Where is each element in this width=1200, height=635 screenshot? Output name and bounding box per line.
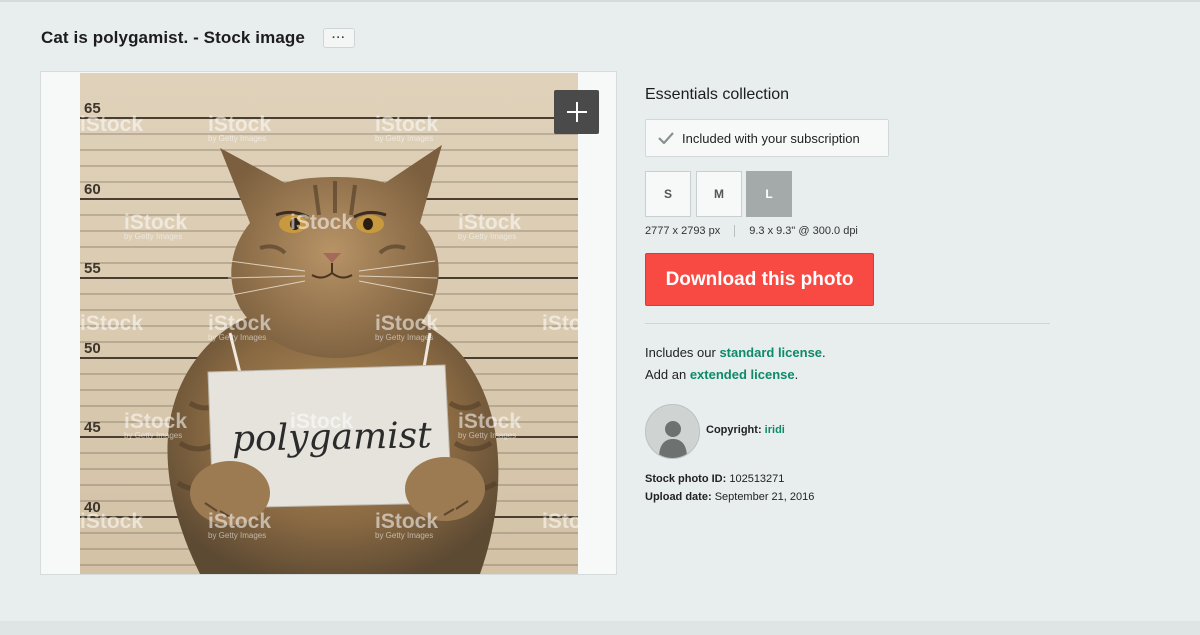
subscription-text: Included with your subscription (682, 130, 860, 146)
watermark-sub: by Getty Images (208, 333, 266, 342)
subscription-badge: Included with your subscription (645, 119, 889, 157)
watermark: iStock (208, 510, 271, 533)
watermark-sub: by Getty Images (375, 134, 433, 143)
watermark: iStock (290, 211, 353, 234)
stock-id-line: Stock photo ID: 102513271 (645, 473, 784, 485)
watermark: iStock (458, 410, 521, 433)
watermark: iStock (80, 510, 143, 533)
watermark: iStock (375, 113, 438, 136)
footer-band (0, 621, 1200, 635)
height-mark: 55 (84, 260, 101, 277)
watermark-sub: by Getty Images (208, 531, 266, 540)
watermark: iStock (375, 312, 438, 335)
ext-license-prefix: Add an (645, 367, 690, 382)
watermark: iStock (542, 510, 578, 533)
watermark: iStock (124, 410, 187, 433)
stock-photo[interactable]: 65 60 55 50 45 40 polygamist iStock iSto… (80, 73, 578, 574)
watermark: iStock (124, 211, 187, 234)
contributor-link[interactable]: iridi (765, 424, 785, 436)
height-mark: 60 (84, 181, 101, 198)
cat-mugshot-image: 65 60 55 50 45 40 polygamist iStock iSto… (80, 73, 578, 574)
size-label: S (663, 187, 672, 201)
stock-id-label: Stock photo ID: (645, 473, 727, 485)
watermark-sub: by Getty Images (375, 531, 433, 540)
size-option-s[interactable]: S (645, 171, 691, 217)
watermark: iStock (80, 312, 143, 335)
upload-date-label: Upload date: (645, 491, 712, 503)
watermark-sub: by Getty Images (458, 431, 516, 440)
collection-title: Essentials collection (645, 86, 790, 103)
top-divider (0, 0, 1200, 2)
ellipsis-icon: ··· (331, 31, 346, 44)
user-silhouette-icon (658, 421, 687, 458)
watermark-sub: by Getty Images (124, 232, 182, 241)
watermark-sub: by Getty Images (458, 232, 516, 241)
print-dimensions: 9.3 x 9.3" @ 300.0 dpi (749, 225, 858, 237)
size-option-l[interactable]: L (746, 171, 792, 217)
more-options-button[interactable]: ··· (322, 28, 355, 48)
standard-license-line: Includes our standard license. (645, 345, 826, 360)
watermark: iStock (80, 113, 143, 136)
watermark: iStock (375, 510, 438, 533)
copyright-line: Copyright: iridi (706, 424, 785, 436)
stock-id-value: 102513271 (729, 473, 785, 485)
section-divider (645, 323, 1050, 324)
watermark-sub: by Getty Images (208, 134, 266, 143)
copyright-label: Copyright: (706, 424, 762, 436)
upload-date-line: Upload date: September 21, 2016 (645, 491, 814, 503)
check-icon (658, 132, 674, 144)
download-button[interactable]: Download this photo (645, 253, 874, 306)
title-row: Cat is polygamist. - Stock image ··· (41, 26, 355, 50)
watermark: iStock (290, 410, 353, 433)
size-label: L (765, 187, 773, 201)
height-mark: 50 (84, 340, 101, 357)
contributor-avatar[interactable] (645, 404, 700, 459)
dimension-separator (734, 225, 736, 237)
image-dimensions: 2777 x 2793 px 9.3 x 9.3" @ 300.0 dpi (645, 225, 858, 237)
upload-date-value: September 21, 2016 (714, 491, 815, 503)
size-option-m[interactable]: M (696, 171, 742, 217)
height-mark: 45 (84, 419, 101, 436)
watermark: iStock (458, 211, 521, 234)
license-prefix: Includes our (645, 345, 720, 360)
watermark-sub: by Getty Images (124, 431, 182, 440)
watermark: iStock (542, 312, 578, 335)
standard-license-link[interactable]: standard license (719, 345, 822, 360)
ext-license-suffix: . (794, 367, 799, 382)
size-label: M (714, 187, 724, 201)
zoom-button[interactable] (554, 90, 599, 134)
extended-license-line: Add an extended license. (645, 367, 798, 382)
watermark-sub: by Getty Images (375, 333, 433, 342)
pixel-dimensions: 2777 x 2793 px (645, 225, 721, 237)
watermark: iStock (208, 113, 271, 136)
license-suffix: . (822, 345, 826, 360)
plus-icon (566, 102, 587, 122)
image-preview-frame: 65 60 55 50 45 40 polygamist iStock iSto… (40, 71, 617, 575)
page-title: Cat is polygamist. - Stock image (41, 28, 305, 47)
extended-license-link[interactable]: extended license (690, 367, 795, 382)
watermark: iStock (208, 312, 271, 335)
